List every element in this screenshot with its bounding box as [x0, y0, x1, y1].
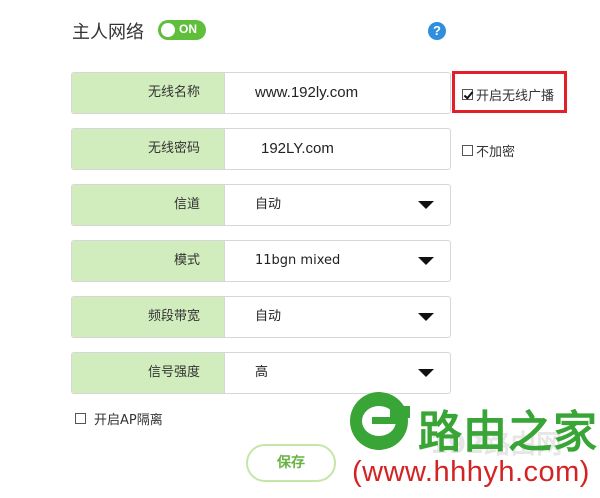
no-encrypt-option[interactable]: 不加密: [462, 141, 515, 160]
password-input[interactable]: 192LY.com: [261, 129, 334, 169]
broadcast-checkbox[interactable]: [462, 89, 473, 100]
chevron-down-icon[interactable]: [418, 369, 434, 377]
channel-value: 自动: [255, 197, 282, 212]
mode-label: 模式: [72, 241, 225, 281]
password-label: 无线密码: [72, 129, 225, 169]
no-encrypt-label: 不加密: [476, 145, 516, 160]
password-field[interactable]: 无线密码 192LY.com: [71, 128, 451, 170]
signal-label: 信号强度: [72, 353, 225, 393]
mode-value: 11bgn mixed: [255, 253, 341, 268]
brand-name: 路由之家: [418, 407, 598, 458]
mode-select[interactable]: 模式 11bgn mixed: [71, 240, 451, 282]
chevron-down-icon[interactable]: [418, 313, 434, 321]
save-button[interactable]: 保存: [246, 444, 336, 482]
ssid-input[interactable]: www.192ly.com: [255, 73, 358, 113]
channel-label: 信道: [72, 185, 225, 225]
signal-value: 高: [255, 365, 269, 380]
chevron-down-icon[interactable]: [418, 201, 434, 209]
bandwidth-label: 频段带宽: [72, 297, 225, 337]
toggle-knob: [161, 23, 175, 37]
channel-select[interactable]: 信道 自动: [71, 184, 451, 226]
brand-url: (www.hhhyh.com): [352, 456, 590, 488]
ap-isolation-option[interactable]: 开启AP隔离: [75, 409, 163, 428]
broadcast-option[interactable]: 开启无线广播: [462, 85, 554, 104]
host-network-toggle[interactable]: ON: [158, 20, 206, 40]
help-icon[interactable]: ?: [428, 22, 446, 40]
no-encrypt-checkbox[interactable]: [462, 145, 473, 156]
ap-isolation-label: 开启AP隔离: [94, 413, 163, 428]
bandwidth-select[interactable]: 频段带宽 自动: [71, 296, 451, 338]
broadcast-label: 开启无线广播: [476, 89, 555, 104]
bandwidth-value: 自动: [255, 309, 282, 324]
signal-select[interactable]: 信号强度 高: [71, 352, 451, 394]
ap-isolation-checkbox[interactable]: [75, 413, 86, 424]
toggle-label: ON: [179, 22, 197, 36]
chevron-down-icon[interactable]: [418, 257, 434, 265]
ssid-field[interactable]: 无线名称 www.192ly.com: [71, 72, 451, 114]
brand-logo-icon: [350, 392, 410, 450]
ssid-label: 无线名称: [72, 73, 225, 113]
page-title: 主人网络: [72, 22, 144, 43]
